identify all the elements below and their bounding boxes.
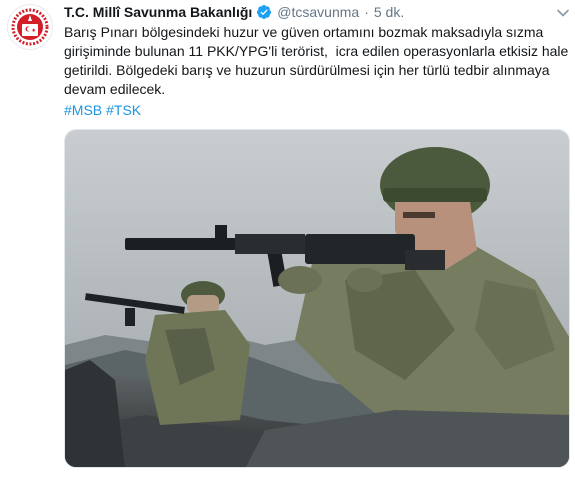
hashtag-tsk[interactable]: #TSK <box>106 102 141 118</box>
tweet-text-line: devam edilecek. <box>64 81 166 97</box>
author-name[interactable]: T.C. Millî Savunma Bakanlığı <box>64 4 252 20</box>
hashtag-msb[interactable]: #MSB <box>64 102 102 118</box>
timestamp[interactable]: 5 dk. <box>374 4 404 20</box>
avatar[interactable] <box>7 4 53 50</box>
separator-dot: · <box>364 4 369 20</box>
tweet-text: Barış Pınarı bölgesindeki huzur ve güven… <box>64 23 570 99</box>
tweet-header: T.C. Millî Savunma Bakanlığı @tcsavunma … <box>64 3 404 21</box>
tweet-text-line: getirildi. Bölgedeki barış ve huzurun sü… <box>64 62 550 78</box>
author-handle[interactable]: @tcsavunma <box>277 4 359 20</box>
tweet-photo[interactable] <box>64 129 570 468</box>
verified-badge-icon <box>257 5 272 19</box>
chevron-down-icon[interactable] <box>555 5 571 21</box>
hashtags: #MSB #TSK <box>64 101 145 120</box>
tweet-text-line: Barış Pınarı bölgesindeki huzur ve güven… <box>64 24 544 40</box>
tweet-text-line: girişiminde bulunan 11 PKK/YPG'li teröri… <box>64 43 569 59</box>
tweet: T.C. Millî Savunma Bakanlığı @tcsavunma … <box>0 0 575 478</box>
soldiers-photo <box>65 130 569 467</box>
msb-logo-icon <box>9 6 51 48</box>
